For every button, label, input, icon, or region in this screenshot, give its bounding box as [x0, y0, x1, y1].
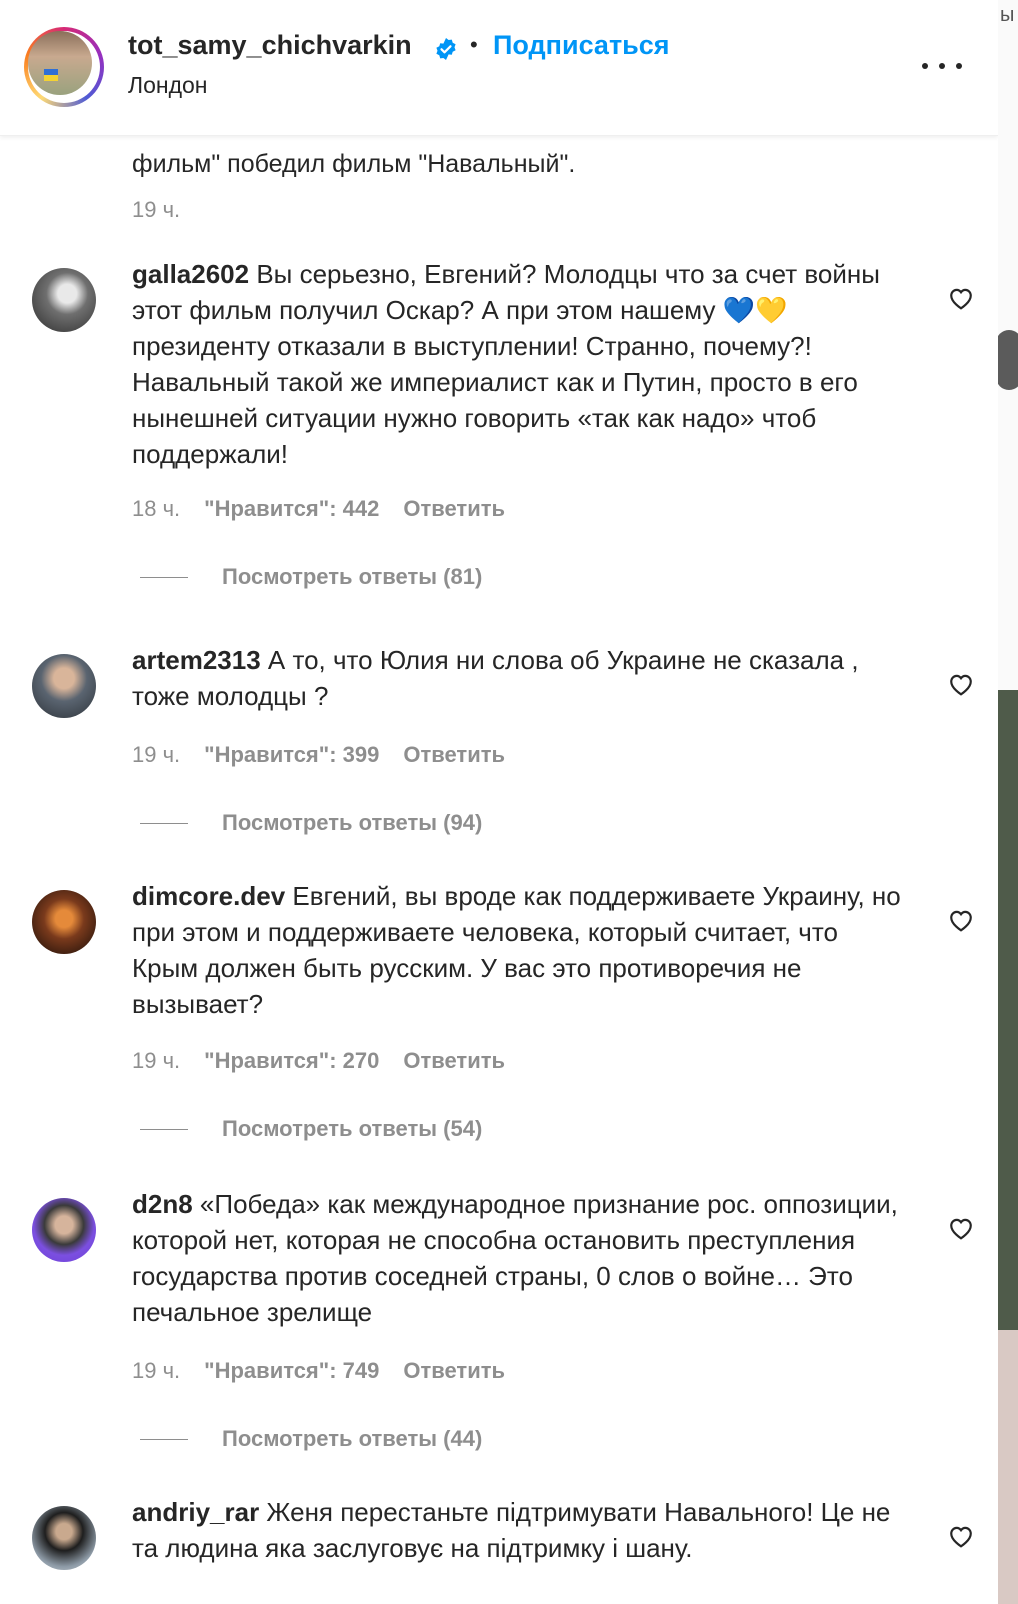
background-text: ы — [1000, 4, 1015, 26]
view-replies-button[interactable]: Посмотреть ответы (44) — [140, 1426, 482, 1452]
view-replies-button[interactable]: Посмотреть ответы (54) — [140, 1116, 482, 1142]
commenter-username[interactable]: galla2602 — [132, 259, 249, 289]
comment-meta: 18 ч. "Нравится": 442 Ответить — [132, 496, 505, 522]
commenter-avatar[interactable] — [32, 890, 96, 954]
reply-button[interactable]: Ответить — [403, 496, 505, 522]
avatar-story-ring[interactable] — [24, 27, 104, 107]
author-username[interactable]: tot_samy_chichvarkin — [128, 30, 412, 61]
commenter-username[interactable]: artem2313 — [132, 645, 261, 675]
comment-time: 19 ч. — [132, 1048, 181, 1073]
commenter-username[interactable]: d2n8 — [132, 1189, 193, 1219]
comment-likes[interactable]: "Нравится": 399 — [204, 742, 379, 768]
comment-meta: 19 ч. "Нравится": 749 Ответить — [132, 1358, 505, 1384]
reply-button[interactable]: Ответить — [403, 1048, 505, 1074]
commenter-avatar[interactable] — [32, 1506, 96, 1570]
commenter-username[interactable]: dimcore.dev — [132, 881, 285, 911]
author-avatar — [28, 31, 92, 95]
reply-button[interactable]: Ответить — [403, 742, 505, 768]
comment-time: 19 ч. — [132, 742, 181, 767]
comment-likes[interactable]: "Нравится": 270 — [204, 1048, 379, 1074]
comment-time: 19 ч. — [132, 197, 181, 222]
commenter-avatar[interactable] — [32, 268, 96, 332]
heart-icon[interactable] — [948, 1524, 974, 1548]
heart-icon[interactable] — [948, 1216, 974, 1240]
post-location[interactable]: Лондон — [128, 72, 208, 99]
heart-icon[interactable] — [948, 672, 974, 696]
comment-time: 18 ч. — [132, 496, 181, 521]
more-options-icon[interactable] — [922, 56, 962, 76]
heart-icon[interactable] — [948, 908, 974, 932]
comment-text-partial: фильм" победил фильм "Навальный". — [132, 150, 576, 178]
comment-text: «Победа» как международное признание рос… — [132, 1189, 898, 1327]
follow-button[interactable]: Подписаться — [493, 30, 670, 61]
verified-badge-icon — [436, 38, 456, 60]
commenter-avatar[interactable] — [32, 1198, 96, 1262]
post-header: tot_samy_chichvarkin • Подписаться Лондо… — [0, 0, 998, 136]
background-page: ы — [996, 0, 1018, 1604]
comment-meta: 19 ч. "Нравится": 270 Ответить — [132, 1048, 505, 1074]
comment-time: 19 ч. — [132, 1358, 181, 1383]
commenter-username[interactable]: andriy_rar — [132, 1497, 259, 1527]
heart-icon[interactable] — [948, 286, 974, 310]
separator-dot: • — [470, 32, 478, 57]
background-photo — [998, 1330, 1018, 1604]
comment-likes[interactable]: "Нравится": 442 — [204, 496, 379, 522]
background-next-arrow — [996, 330, 1018, 390]
view-replies-button[interactable]: Посмотреть ответы (94) — [140, 810, 482, 836]
view-replies-button[interactable]: Посмотреть ответы (81) — [140, 564, 482, 590]
commenter-avatar[interactable] — [32, 654, 96, 718]
background-photo — [998, 690, 1018, 1330]
comments-panel: tot_samy_chichvarkin • Подписаться Лондо… — [0, 0, 998, 1604]
comment-text: Вы серьезно, Евгений? Молодцы что за сче… — [132, 259, 880, 469]
comment-likes[interactable]: "Нравится": 749 — [204, 1358, 379, 1384]
reply-button[interactable]: Ответить — [403, 1358, 505, 1384]
comment-meta: 19 ч. "Нравится": 399 Ответить — [132, 742, 505, 768]
